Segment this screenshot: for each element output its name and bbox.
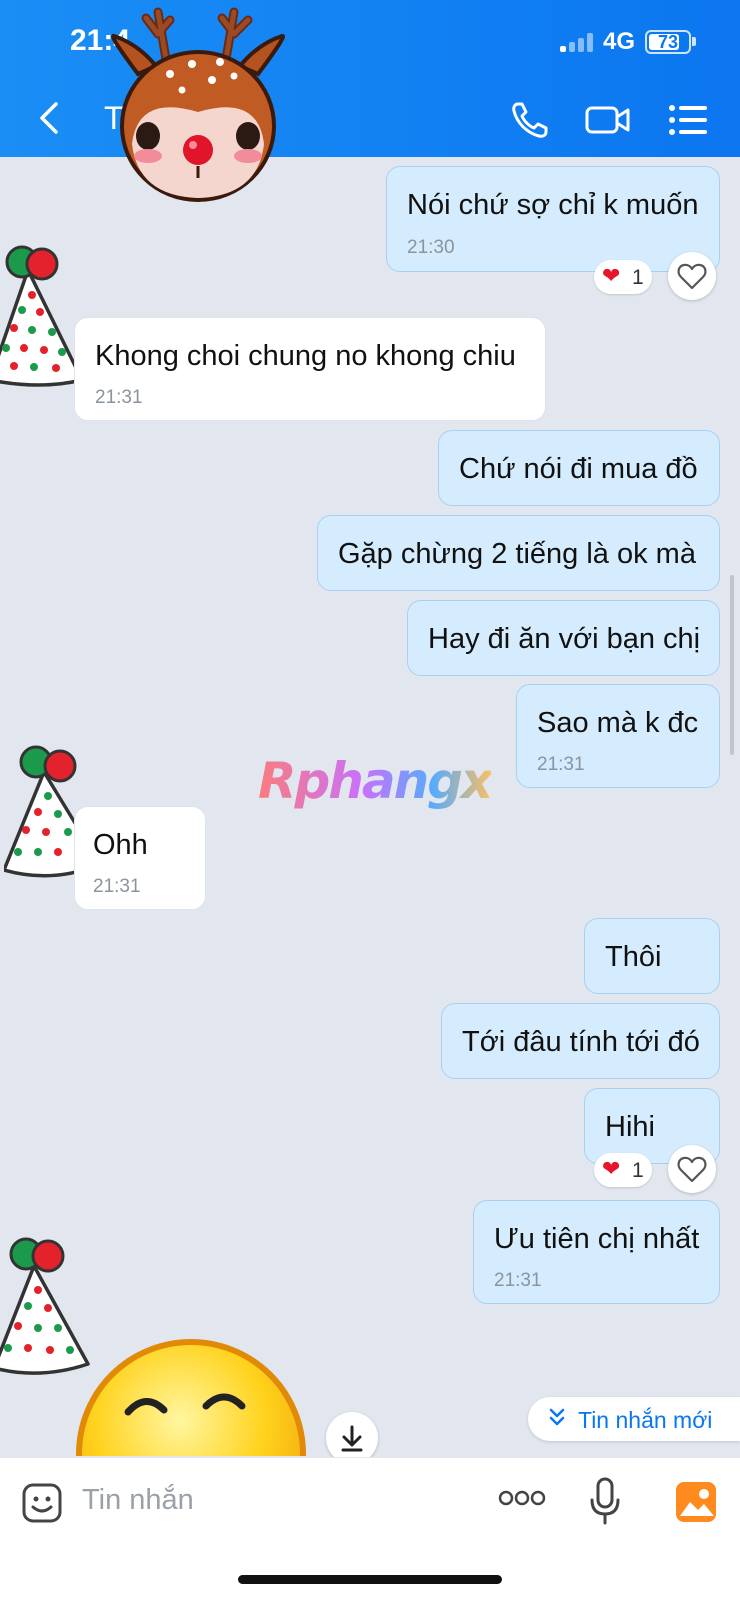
heart-outline-icon	[677, 263, 707, 290]
signal-icon	[560, 32, 594, 52]
video-call-icon[interactable]	[584, 98, 632, 142]
message-bubble-outgoing[interactable]: Gặp chừng 2 tiếng là ok mà	[317, 515, 720, 591]
battery-level: 73	[657, 32, 679, 52]
scroll-indicator	[730, 575, 734, 755]
menu-list-icon[interactable]	[666, 98, 710, 142]
heart-reaction-badge[interactable]: ❤ 1	[594, 1153, 652, 1187]
message-bubble-outgoing[interactable]: Tới đâu tính tới đó	[441, 1003, 720, 1079]
gallery-image-icon[interactable]	[674, 1480, 718, 1524]
double-chevron-down-icon	[549, 1408, 565, 1426]
heart-outline-icon	[677, 1156, 707, 1183]
heart-icon: ❤	[602, 1156, 621, 1181]
reindeer-sticker-icon	[111, 7, 285, 202]
heart-icon: ❤	[602, 263, 621, 288]
battery-icon: 73	[645, 30, 691, 54]
message-bubble-outgoing[interactable]: Ưu tiên chị nhất 21:31	[473, 1200, 720, 1304]
message-bubble-outgoing[interactable]: Sao mà k đc 21:31	[516, 684, 720, 788]
message-bubble-outgoing[interactable]: Chứ nói đi mua đồ	[438, 430, 720, 506]
heart-reaction-badge[interactable]: ❤ 1	[594, 260, 652, 294]
phone-call-icon[interactable]	[508, 98, 552, 142]
message-bubble-incoming[interactable]: Khong choi chung no khong chiu 21:31	[74, 317, 546, 421]
like-heart-button[interactable]	[668, 1145, 716, 1193]
message-bubble-incoming[interactable]: Ohh 21:31	[74, 806, 206, 910]
microphone-icon[interactable]	[588, 1476, 622, 1526]
watermark-logo: Rphangx	[258, 752, 493, 810]
message-bubble-outgoing[interactable]: Thôi	[584, 918, 720, 994]
smiley-sticker-icon	[76, 1339, 306, 1456]
back-arrow-icon[interactable]	[36, 100, 62, 136]
more-options-icon[interactable]	[498, 1488, 546, 1508]
message-input-bar: Tin nhắn	[0, 1457, 740, 1600]
message-input[interactable]: Tin nhắn	[82, 1484, 194, 1517]
like-heart-button[interactable]	[668, 252, 716, 300]
message-bubble-outgoing[interactable]: Hay đi ăn với bạn chị	[407, 600, 720, 676]
sticker-emoji-icon[interactable]	[20, 1481, 64, 1525]
network-type: 4G	[603, 28, 636, 55]
new-messages-button[interactable]: Tin nhắn mới	[528, 1397, 740, 1441]
home-indicator	[238, 1575, 502, 1584]
